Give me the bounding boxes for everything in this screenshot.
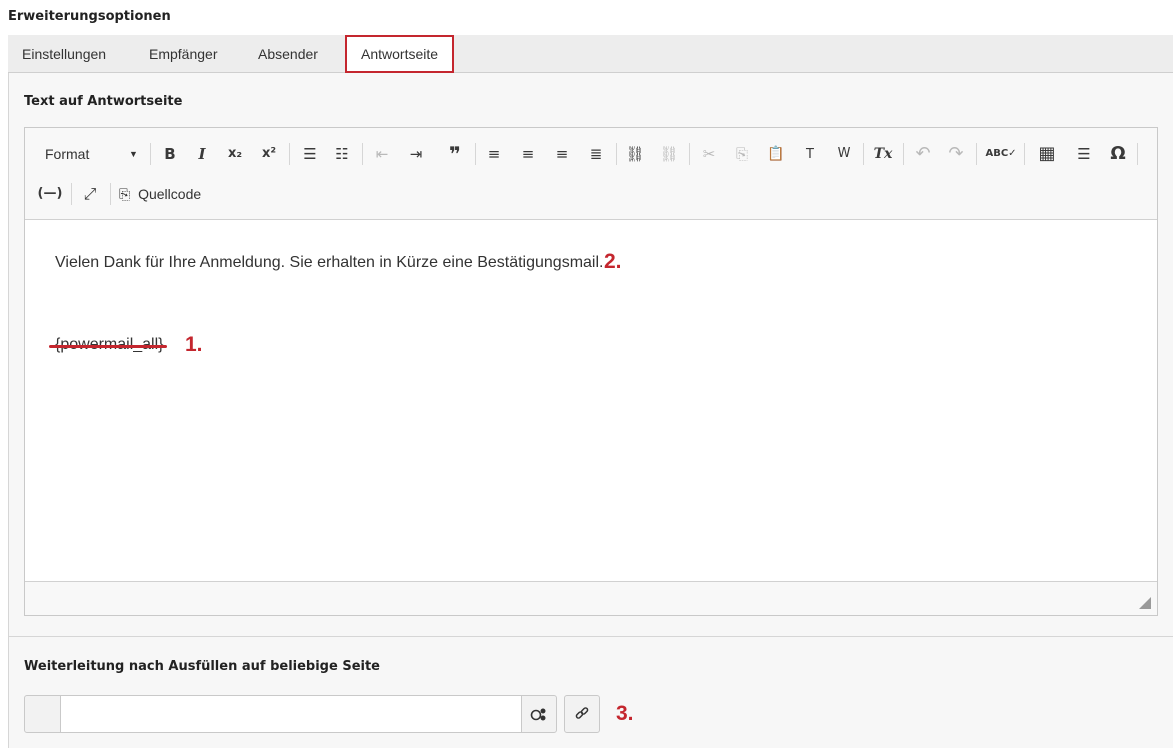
spellcheck-icon[interactable]: ABC✓ [981, 140, 1021, 168]
unlink-icon[interactable]: ⛓ [656, 140, 682, 168]
resize-handle-icon[interactable] [1139, 597, 1151, 609]
page-browser-button[interactable] [521, 695, 557, 733]
paste-text-icon[interactable]: T [797, 140, 823, 168]
redirect-label: Weiterleitung nach Ausfüllen auf beliebi… [24, 659, 381, 674]
redo-icon[interactable]: ↷ [943, 140, 969, 168]
copy-icon[interactable]: ⎘ [729, 140, 755, 168]
divider [9, 636, 1173, 637]
table-icon[interactable]: ▦ [1030, 140, 1064, 168]
strike-annotation [49, 345, 167, 348]
format-label: Format [45, 146, 90, 162]
maximize-icon[interactable]: ⤢ [77, 180, 103, 208]
superscript-icon[interactable]: x² [255, 140, 283, 168]
outdent-icon[interactable]: ⇤ [369, 140, 395, 168]
field-prefix [24, 695, 61, 733]
rich-text-editor: Format ▼ B I x₂ x² ☰ ☷ ⇤ ⇥ ❞ ≡ ≡ ≡ ≣ ⛓ ⛓… [24, 127, 1158, 616]
blockquote-icon[interactable]: ❞ [441, 140, 469, 168]
editor-content[interactable]: Vielen Dank für Ihre Anmeldung. Sie erha… [25, 220, 1157, 582]
justify-icon[interactable]: ≣ [583, 140, 609, 168]
horizontal-rule-icon[interactable]: ☰ [1071, 140, 1097, 168]
tab-absender[interactable]: Absender [244, 35, 332, 73]
link-wizard-button[interactable] [564, 695, 600, 733]
subscript-icon[interactable]: x₂ [221, 140, 249, 168]
remove-format-icon[interactable]: Tx [869, 140, 897, 168]
special-char-icon[interactable]: Ω [1105, 140, 1131, 168]
cut-icon[interactable]: ✂ [696, 140, 722, 168]
chevron-down-icon: ▼ [129, 149, 138, 159]
redirect-input[interactable] [60, 695, 522, 733]
source-code-icon: ⎘ [119, 186, 131, 202]
align-left-icon[interactable]: ≡ [481, 140, 507, 168]
ordered-list-icon[interactable]: ☰ [297, 140, 323, 168]
tab-empfaenger[interactable]: Empfänger [135, 35, 231, 73]
tab-bar: Einstellungen Empfänger Absender Antwort… [8, 35, 1173, 73]
format-dropdown[interactable]: Format ▼ [45, 140, 145, 168]
placeholder-icon[interactable]: (—) [35, 180, 65, 208]
source-label: Quellcode [138, 186, 202, 202]
indent-icon[interactable]: ⇥ [403, 140, 429, 168]
tab-einstellungen[interactable]: Einstellungen [8, 35, 120, 73]
bullet-list-icon[interactable]: ☷ [329, 140, 355, 168]
undo-icon[interactable]: ↶ [910, 140, 936, 168]
tab-antwortseite[interactable]: Antwortseite [345, 35, 455, 73]
paste-icon[interactable]: 📋 [763, 140, 789, 168]
italic-icon[interactable]: I [189, 140, 215, 168]
section-title: Erweiterungsoptionen [8, 9, 171, 24]
tab-panel: Text auf Antwortseite Format ▼ B I x₂ x²… [8, 73, 1173, 748]
annotation-1: 1. [185, 333, 203, 356]
link-icon [575, 707, 589, 719]
editor-statusbar [25, 581, 1157, 615]
annotation-3: 3. [616, 702, 634, 725]
bold-icon[interactable]: B [157, 140, 183, 168]
paste-word-icon[interactable]: W [831, 140, 857, 168]
source-button[interactable]: ⎘ Quellcode [119, 180, 215, 208]
annotation-2: 2. [604, 250, 622, 273]
content-line-1: Vielen Dank für Ihre Anmeldung. Sie erha… [55, 254, 604, 271]
editor-toolbar: Format ▼ B I x₂ x² ☰ ☷ ⇤ ⇥ ❞ ≡ ≡ ≡ ≣ ⛓ ⛓… [25, 128, 1157, 220]
link-icon[interactable]: ⛓ [622, 140, 648, 168]
page-tree-icon [530, 708, 546, 721]
align-right-icon[interactable]: ≡ [549, 140, 575, 168]
editor-label: Text auf Antwortseite [24, 94, 183, 109]
align-center-icon[interactable]: ≡ [515, 140, 541, 168]
